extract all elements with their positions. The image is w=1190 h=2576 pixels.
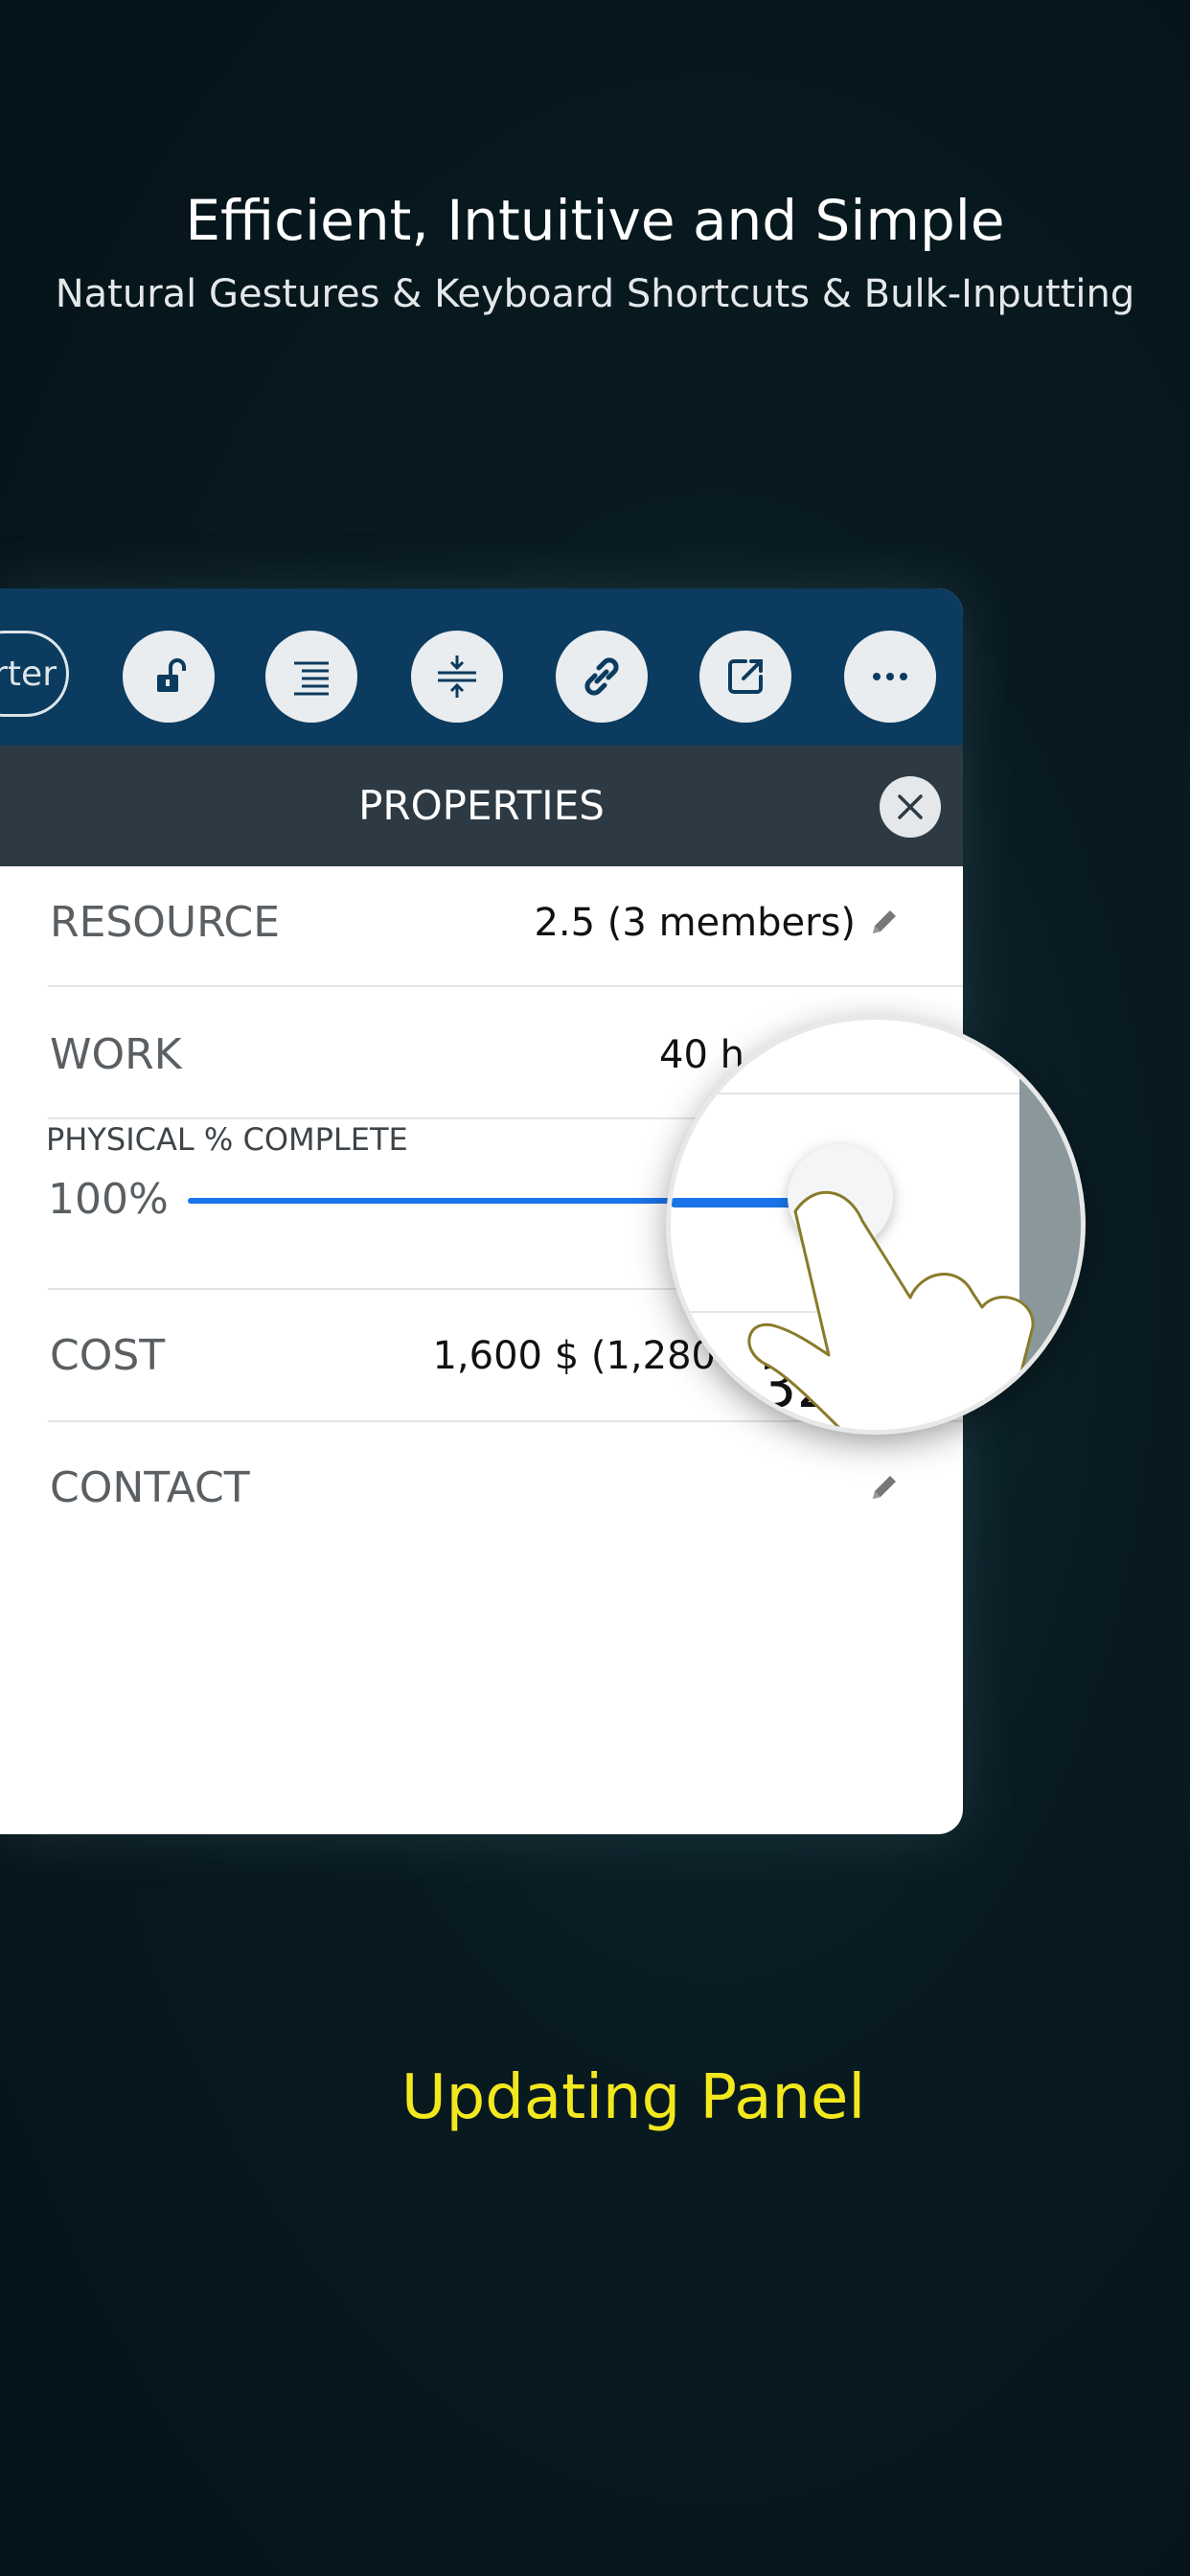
resource-label: RESOURCE bbox=[50, 898, 281, 947]
divider bbox=[48, 985, 963, 987]
subheadline: Natural Gestures & Keyboard Shortcuts & … bbox=[55, 272, 1135, 316]
indent-button[interactable] bbox=[265, 631, 357, 723]
more-button[interactable] bbox=[844, 631, 936, 723]
toolbar: rter bbox=[0, 588, 963, 746]
pencil-icon[interactable] bbox=[865, 903, 904, 941]
cost-label: COST bbox=[50, 1331, 166, 1380]
partial-toolbar-label: rter bbox=[0, 654, 57, 694]
physical-complete-label: PHYSICAL % COMPLETE bbox=[46, 1121, 408, 1158]
contact-row[interactable]: CONTACT bbox=[0, 1422, 963, 1554]
contact-label: CONTACT bbox=[50, 1463, 250, 1512]
properties-header: PROPERTIES bbox=[0, 746, 963, 866]
hand-pointer-icon bbox=[747, 1190, 1035, 1430]
link-icon bbox=[584, 657, 619, 696]
physical-complete-value: 100% bbox=[48, 1175, 169, 1224]
feature-caption: Updating Panel bbox=[400, 2062, 866, 2133]
split-button[interactable] bbox=[411, 631, 503, 723]
properties-title: PROPERTIES bbox=[358, 782, 605, 829]
unlock-button[interactable] bbox=[123, 631, 215, 723]
close-button[interactable] bbox=[880, 776, 941, 838]
magnifier-lens: 320) bbox=[671, 1020, 1081, 1430]
partial-toolbar-button[interactable]: rter bbox=[0, 631, 69, 717]
headline: Efficient, Intuitive and Simple bbox=[185, 188, 1005, 253]
resource-row[interactable]: RESOURCE 2.5 (3 members) bbox=[0, 857, 963, 989]
more-icon bbox=[873, 673, 907, 680]
work-label: WORK bbox=[50, 1030, 182, 1079]
share-icon bbox=[728, 659, 763, 694]
split-icon bbox=[438, 656, 476, 698]
link-button[interactable] bbox=[556, 631, 648, 723]
pencil-icon[interactable] bbox=[865, 1468, 904, 1506]
unlock-icon bbox=[157, 658, 186, 692]
close-icon bbox=[898, 794, 923, 819]
share-button[interactable] bbox=[699, 631, 791, 723]
indent-icon bbox=[294, 661, 329, 696]
resource-value: 2.5 (3 members) bbox=[534, 901, 856, 945]
